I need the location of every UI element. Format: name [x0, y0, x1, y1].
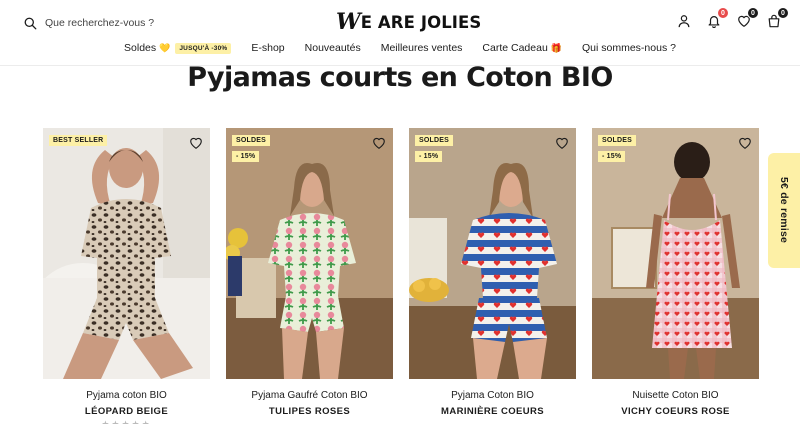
nav-item-label: Meilleures ventes: [380, 42, 463, 54]
user-icon: [678, 15, 690, 28]
soldes-promo-badge: JUSQU'À -30%: [175, 42, 232, 54]
side-tab-label: 5€ de remise: [778, 177, 790, 244]
product-variant[interactable]: VICHY COEURS ROSE: [592, 406, 759, 417]
sale-badge: SOLDES: [232, 135, 270, 146]
account-button[interactable]: [676, 13, 692, 29]
heart-icon: [739, 137, 751, 149]
discount-badge: - 15%: [598, 151, 626, 162]
heart-icon: [190, 137, 202, 149]
product-image[interactable]: BEST SELLER: [43, 128, 210, 379]
product-name[interactable]: Nuisette Coton BIO: [592, 390, 759, 401]
wishlist-toggle[interactable]: [555, 136, 569, 150]
yellow-heart-icon: 💛: [159, 42, 171, 53]
sale-badge: SOLDES: [598, 135, 636, 146]
header-icons: 0 0 0: [676, 7, 789, 29]
discount-badge: - 15%: [415, 151, 443, 162]
product-rating: ★★★★★: [101, 419, 152, 424]
product-card[interactable]: BEST SELLER Pyjama coton BIO LÉOPARD BEI…: [43, 128, 210, 424]
product-image[interactable]: SOLDES - 15%: [409, 128, 576, 379]
product-name[interactable]: Pyjama Gaufré Coton BIO: [226, 390, 393, 401]
product-card[interactable]: SOLDES - 15% Pyjama Coton BIO MARINIÈRE …: [409, 128, 576, 417]
notifications-button[interactable]: 0: [706, 7, 729, 29]
brand-logo[interactable]: W E ARE JOLIES: [336, 11, 481, 33]
search-icon[interactable]: [24, 17, 37, 30]
page-title: Pyjamas courts en Coton BIO: [187, 62, 613, 93]
product-variant[interactable]: TULIPES ROSES: [226, 406, 393, 417]
nav-item-carte-cadeau[interactable]: Carte Cadeau 🎁: [482, 42, 562, 54]
nav-item-label: Soldes: [124, 42, 157, 54]
product-card[interactable]: SOLDES - 15% Pyjama Gaufré Coton BIO TUL…: [226, 128, 393, 417]
product-photo-leopard: [43, 128, 210, 379]
site-header: W E ARE JOLIES 0 0 0 Soldes 💛 JUSQU'À -3…: [0, 0, 800, 66]
product-variant[interactable]: LÉOPARD BEIGE: [43, 406, 210, 417]
wishlist-badge: 0: [747, 7, 759, 19]
cart-button[interactable]: 0: [766, 7, 789, 29]
main-nav: Soldes 💛 JUSQU'À -30% E-shop Nouveautés …: [0, 42, 800, 54]
discount-side-tab[interactable]: 5€ de remise: [768, 153, 800, 268]
wishlist-toggle[interactable]: [372, 136, 386, 150]
sale-badge: SOLDES: [415, 135, 453, 146]
nav-item-meilleures-ventes[interactable]: Meilleures ventes: [381, 42, 463, 54]
best-seller-badge: BEST SELLER: [49, 135, 108, 146]
nav-item-eshop[interactable]: E-shop: [251, 42, 284, 54]
discount-badge: - 15%: [232, 151, 260, 162]
nav-item-soldes[interactable]: Soldes 💛 JUSQU'À -30%: [124, 42, 232, 54]
nav-item-nouveautes[interactable]: Nouveautés: [305, 42, 361, 54]
wishlist-toggle[interactable]: [189, 136, 203, 150]
nav-item-label: E-shop: [251, 42, 285, 54]
heart-icon: [373, 137, 385, 149]
product-photo-vichy: [592, 128, 759, 379]
nav-item-label: Nouveautés: [304, 42, 361, 54]
product-card[interactable]: SOLDES - 15% Nuisette Coton BIO VICHY CO…: [592, 128, 759, 417]
product-image[interactable]: SOLDES - 15%: [592, 128, 759, 379]
cart-badge: 0: [777, 7, 789, 19]
wishlist-toggle[interactable]: [738, 136, 752, 150]
product-name[interactable]: Pyjama coton BIO: [43, 390, 210, 401]
gift-icon: 🎁: [550, 42, 562, 53]
nav-item-label: Qui sommes-nous ?: [582, 42, 676, 54]
wishlist-button[interactable]: 0: [736, 7, 759, 29]
nav-item-label: Carte Cadeau: [482, 42, 548, 54]
logo-mark: W: [336, 9, 361, 35]
search-bar[interactable]: [24, 14, 185, 32]
notifications-badge: 0: [717, 7, 729, 19]
product-grid: BEST SELLER Pyjama coton BIO LÉOPARD BEI…: [43, 128, 759, 424]
product-photo-mariniere: [409, 128, 576, 379]
logo-text: E ARE JOLIES: [360, 12, 482, 32]
product-photo-tulipes: [226, 128, 393, 379]
product-variant[interactable]: MARINIÈRE COEURS: [409, 406, 576, 417]
heart-icon: [556, 137, 568, 149]
nav-item-qui-sommes-nous[interactable]: Qui sommes-nous ?: [582, 42, 676, 54]
search-input[interactable]: [45, 17, 185, 29]
product-name[interactable]: Pyjama Coton BIO: [409, 390, 576, 401]
product-image[interactable]: SOLDES - 15%: [226, 128, 393, 379]
